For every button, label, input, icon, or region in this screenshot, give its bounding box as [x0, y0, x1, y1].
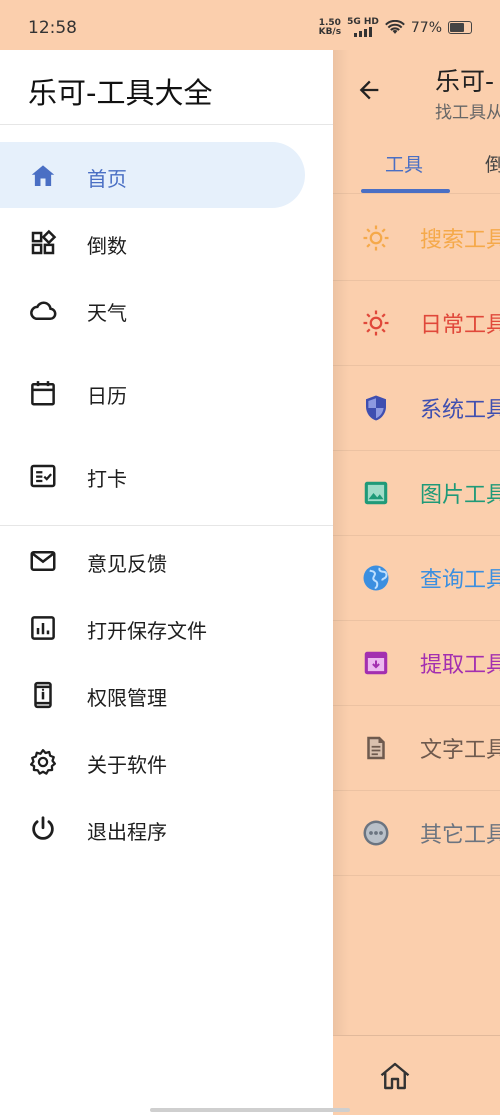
category-label: 系统工具	[420, 398, 500, 423]
main-page: 乐可- 找工具从 工具 倒 搜索工具 日常工具 系统工具 图片工具 查询工具 提…	[333, 50, 500, 1115]
cloud-icon	[30, 301, 57, 320]
wifi-icon	[384, 19, 405, 34]
category-text-tools[interactable]: 文字工具	[333, 705, 500, 791]
calendar-icon	[31, 381, 55, 406]
drawer-divider	[0, 525, 333, 526]
category-label: 文字工具	[420, 738, 500, 763]
drawer-item-feedback[interactable]: 意见反馈	[0, 527, 305, 593]
drawer-item-label: 日历	[87, 384, 127, 408]
category-system-tools[interactable]: 系统工具	[333, 365, 500, 451]
home-icon[interactable]	[377, 1058, 413, 1094]
drawer-item-label: 打开保存文件	[87, 619, 207, 643]
category-label: 提取工具	[420, 653, 500, 678]
archive-icon	[364, 651, 388, 675]
category-label: 查询工具	[420, 568, 500, 593]
category-daily-tools[interactable]: 日常工具	[333, 280, 500, 366]
network-speed: 1.50 KB/s	[318, 17, 342, 37]
navigation-drawer: 乐可-工具大全 首页 倒数 天气 日历 打卡 意见反馈 打开保存文件 权限管理 …	[0, 50, 333, 1115]
category-extract-tools[interactable]: 提取工具	[333, 620, 500, 706]
sun-icon	[363, 310, 389, 336]
bottom-nav	[333, 1035, 500, 1115]
drawer-item-permissions[interactable]: 权限管理	[0, 661, 305, 727]
category-other-tools[interactable]: 其它工具	[333, 790, 500, 876]
signal-icon: 5G HD	[347, 18, 379, 37]
page-subtitle: 找工具从	[435, 103, 500, 123]
category-label: 搜索工具	[420, 228, 500, 253]
more-icon	[363, 820, 389, 846]
drawer-item-home[interactable]: 首页	[0, 142, 305, 208]
drawer-item-checkin[interactable]: 打卡	[0, 442, 305, 508]
battery-percent: 77%	[410, 19, 442, 36]
drawer-item-label: 意见反馈	[87, 552, 167, 576]
globe-icon	[363, 565, 389, 591]
home-icon	[31, 165, 55, 186]
drawer-item-label: 关于软件	[87, 753, 167, 777]
page-title: 乐可-	[435, 67, 495, 96]
image-icon	[364, 481, 388, 505]
tab-countdown[interactable]: 倒	[485, 150, 500, 177]
drawer-item-label: 退出程序	[87, 820, 167, 844]
drawer-title: 乐可-工具大全	[28, 76, 213, 110]
drawer-item-about[interactable]: 关于软件	[0, 728, 305, 794]
back-arrow-icon[interactable]	[355, 76, 383, 104]
document-icon	[367, 736, 385, 760]
drawer-item-label: 倒数	[87, 234, 127, 258]
battery-icon	[448, 21, 472, 34]
tab-bar: 工具 倒	[333, 142, 500, 194]
status-icons: 1.50 KB/s 5G HD 77%	[319, 18, 472, 37]
mail-icon	[30, 551, 56, 571]
drawer-item-label: 打卡	[87, 467, 127, 491]
chart-icon	[31, 616, 55, 640]
drawer-item-label: 天气	[87, 301, 127, 325]
drawer-item-open-saved-files[interactable]: 打开保存文件	[0, 594, 305, 660]
category-search-tools[interactable]: 搜索工具	[333, 195, 500, 281]
tab-tools[interactable]: 工具	[385, 150, 423, 177]
drawer-item-countdown[interactable]: 倒数	[0, 209, 305, 275]
drawer-item-calendar[interactable]: 日历	[0, 359, 305, 425]
drawer-item-weather[interactable]: 天气	[0, 276, 305, 342]
gear-icon	[30, 749, 56, 775]
gesture-bar[interactable]	[150, 1108, 350, 1112]
category-query-tools[interactable]: 查询工具	[333, 535, 500, 621]
category-label: 其它工具	[420, 823, 500, 848]
category-image-tools[interactable]: 图片工具	[333, 450, 500, 536]
category-label: 图片工具	[420, 483, 500, 508]
drawer-item-label: 首页	[87, 167, 127, 191]
sun-icon	[363, 225, 389, 251]
shield-icon	[366, 395, 386, 421]
status-time: 12:58	[28, 18, 77, 38]
drawer-item-label: 权限管理	[87, 686, 167, 710]
phone-info-icon	[34, 681, 52, 709]
checklist-icon	[30, 464, 56, 488]
status-bar: 12:58 1.50 KB/s 5G HD 77%	[0, 0, 500, 50]
power-icon	[32, 816, 54, 840]
widgets-icon	[31, 229, 57, 255]
drawer-divider	[0, 124, 333, 125]
category-label: 日常工具	[420, 313, 500, 338]
drawer-item-exit[interactable]: 退出程序	[0, 795, 305, 861]
